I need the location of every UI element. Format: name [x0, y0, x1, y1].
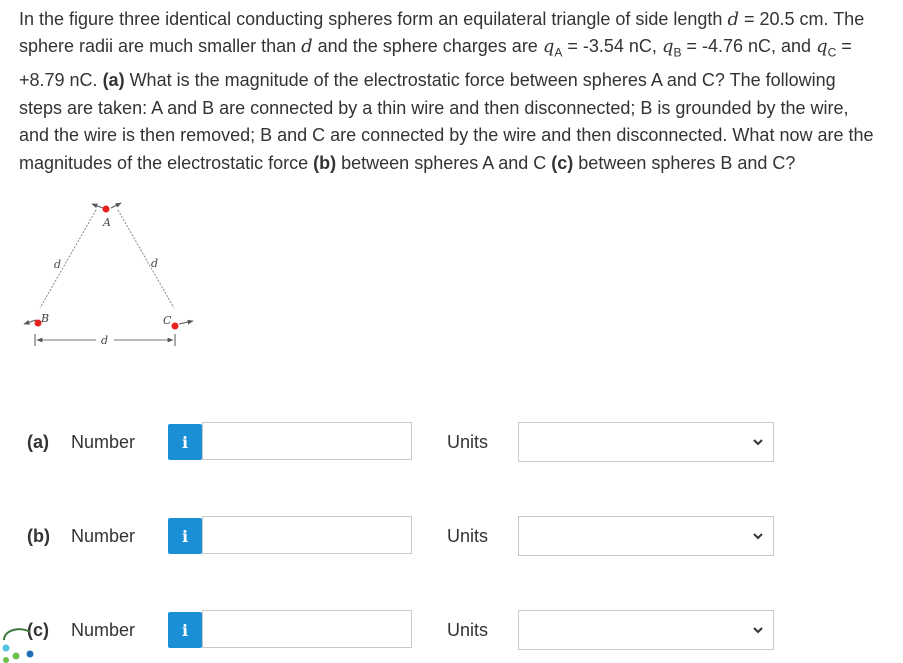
number-input[interactable] [202, 422, 412, 460]
arrow-b [23, 319, 37, 325]
label-sphere-c: C [163, 314, 172, 327]
label-sphere-b: B [40, 312, 49, 325]
label-side-ab: d [54, 258, 61, 271]
info-icon[interactable]: i [168, 612, 202, 648]
problem-statement: In the figure three identical conducting… [19, 9, 874, 173]
corner-widget-icon[interactable] [0, 618, 50, 663]
chevron-down-icon [753, 439, 763, 446]
side-ab [39, 209, 97, 309]
chevron-down-icon [753, 627, 763, 634]
part-label: (b) [27, 526, 50, 546]
label-side-bc: d [101, 334, 108, 347]
units-label: Units [447, 526, 489, 546]
arrow-a-right [110, 202, 122, 209]
answer-row-a: (a) Number i Units [0, 421, 903, 465]
part-label: (a) [27, 432, 49, 452]
units-label: Units [447, 620, 489, 640]
label-sphere-a: A [102, 216, 111, 229]
answer-row-c: (c) Number i Units [0, 609, 903, 653]
answer-row-b: (b) Number i Units [0, 515, 903, 559]
number-label: Number [71, 620, 136, 640]
arrow-c [178, 319, 194, 325]
units-select[interactable] [518, 422, 774, 462]
triangle-figure: A B C d d d [23, 202, 194, 347]
units-select[interactable] [518, 610, 774, 650]
side-ac [117, 209, 175, 309]
chevron-down-icon [753, 533, 763, 540]
number-input[interactable] [202, 610, 412, 648]
label-side-ac: d [151, 257, 158, 270]
units-label: Units [447, 432, 489, 452]
info-icon[interactable]: i [168, 424, 202, 460]
info-icon[interactable]: i [168, 518, 202, 554]
arrow-a-left [91, 203, 104, 209]
sphere-c [171, 322, 179, 330]
units-select[interactable] [518, 516, 774, 556]
number-input[interactable] [202, 516, 412, 554]
number-label: Number [71, 526, 136, 546]
sphere-a [102, 205, 110, 213]
number-label: Number [71, 432, 136, 452]
